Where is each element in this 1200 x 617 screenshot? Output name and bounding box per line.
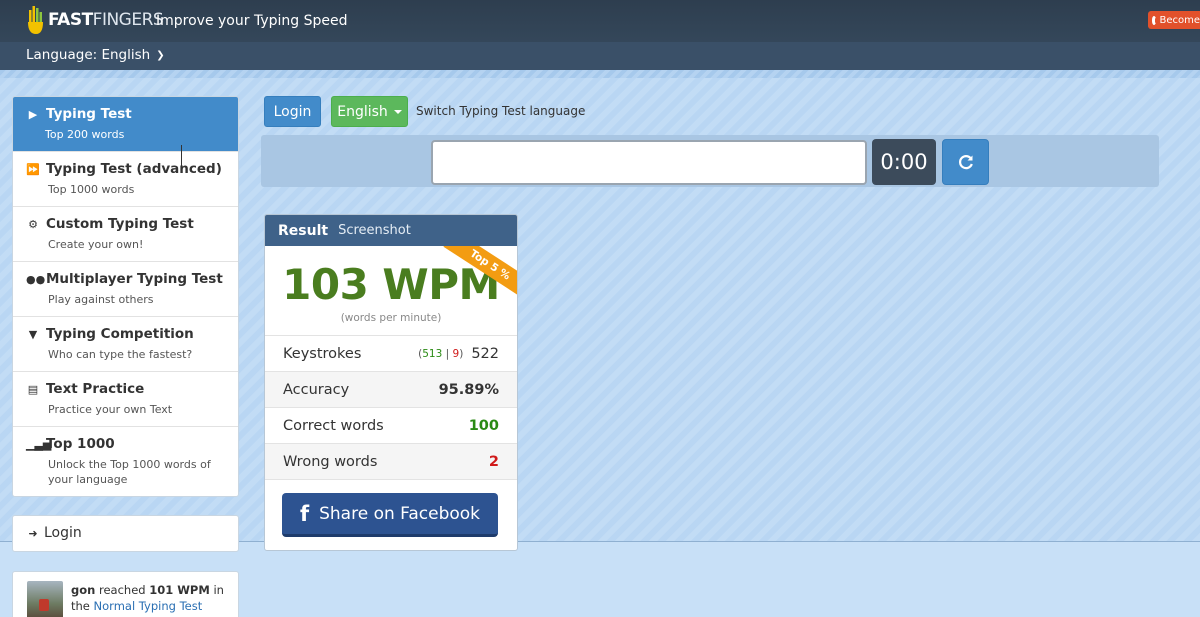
signal-icon: ▁▃▅ [26,437,52,451]
sidebar-login-link[interactable]: ➜ Login [12,515,239,552]
accuracy-value: 95.89% [438,381,499,398]
correct-words-row: Correct words 100 [265,408,517,444]
result-panel: Result Screenshot 103 WPM (words per min… [264,214,518,551]
language-bar: Language: English ❯ [0,42,1200,70]
typing-input[interactable] [431,140,867,185]
keystrokes-row: Keystrokes (513 | 9) 522 [265,336,517,372]
header-stripe [0,70,1200,78]
sidebar-item-top-1000[interactable]: ▁▃▅ Top 1000 Unlock the Top 1000 words of… [13,427,238,496]
result-title: Result [278,222,329,239]
sign-in-icon: ➜ [28,527,38,540]
keystrokes-total: 522 [471,345,499,362]
keystrokes-detail: (513 | 9) [418,347,464,360]
fast-forward-icon: ⏩ [26,162,40,176]
wpm-caption: (words per minute) [340,312,442,324]
accuracy-row: Accuracy 95.89% [265,372,517,408]
trophy-icon: ▼ [28,327,38,341]
file-icon: ▤ [27,382,39,396]
wpm-area: 103 WPM (words per minute) Top 5 % [265,246,517,336]
sidebar-item-custom-typing-test[interactable]: ⚙ Custom Typing Test Create your own! [13,207,238,262]
login-button[interactable]: Login [264,96,321,127]
correct-words-value: 100 [468,417,499,434]
logo-text: FASTFINGERS [48,10,164,30]
feed-test-link[interactable]: Normal Typing Test [94,599,203,613]
switch-language-label: Switch Typing Test language [416,104,586,118]
sidebar-menu: ▶ Typing Test Top 200 words ⏩ Typing Test … [12,96,239,497]
facebook-icon: f [299,501,310,526]
text-cursor [181,145,182,171]
sidebar-item-multiplayer[interactable]: ●● Multiplayer Typing Test Play against o… [13,262,238,317]
reload-button[interactable] [942,139,989,185]
play-icon: ▶ [28,107,38,121]
feed-user-link[interactable]: gon [71,583,95,597]
chevron-down-icon: ❯ [156,50,165,61]
language-dropdown[interactable]: Language: English ❯ [26,47,165,63]
typing-input-row: 0:00 [261,135,1159,187]
screenshot-link[interactable]: Screenshot [338,223,411,238]
logo[interactable]: FASTFINGERS [26,2,164,38]
patreon-icon [1152,15,1159,25]
wrong-words-value: 2 [488,453,499,470]
hand-logo-icon [28,6,43,34]
feed-text: gon reached 101 WPM in the Normal Typing… [71,583,224,613]
top-navbar: FASTFINGERS Improve your Typing Speed Be… [0,0,1200,42]
sidebar-item-text-practice[interactable]: ▤ Text Practice Practice your own Text [13,372,238,427]
sidebar-item-typing-test-advanced[interactable]: ⏩ Typing Test (advanced) Top 1000 words [13,152,238,207]
caret-down-icon [393,109,402,114]
users-icon: ●● [26,272,46,286]
wrong-words-row: Wrong words 2 [265,444,517,480]
sidebar-item-typing-competition[interactable]: ▼ Typing Competition Who can type the fas… [13,317,238,372]
share-facebook-button[interactable]: f Share on Facebook [282,493,498,537]
gears-icon: ⚙ [28,217,38,231]
refresh-icon [958,155,973,170]
result-header: Result Screenshot [265,215,517,246]
avatar[interactable] [27,581,63,617]
timer: 0:00 [872,139,936,185]
activity-feed-item: gon reached 101 WPM in the Normal Typing… [12,571,239,617]
language-select-button[interactable]: English [331,96,408,127]
tagline: Improve your Typing Speed [156,13,348,29]
become-patron-button[interactable]: Become [1148,11,1200,29]
sidebar-item-typing-test[interactable]: ▶ Typing Test Top 200 words [13,97,238,152]
